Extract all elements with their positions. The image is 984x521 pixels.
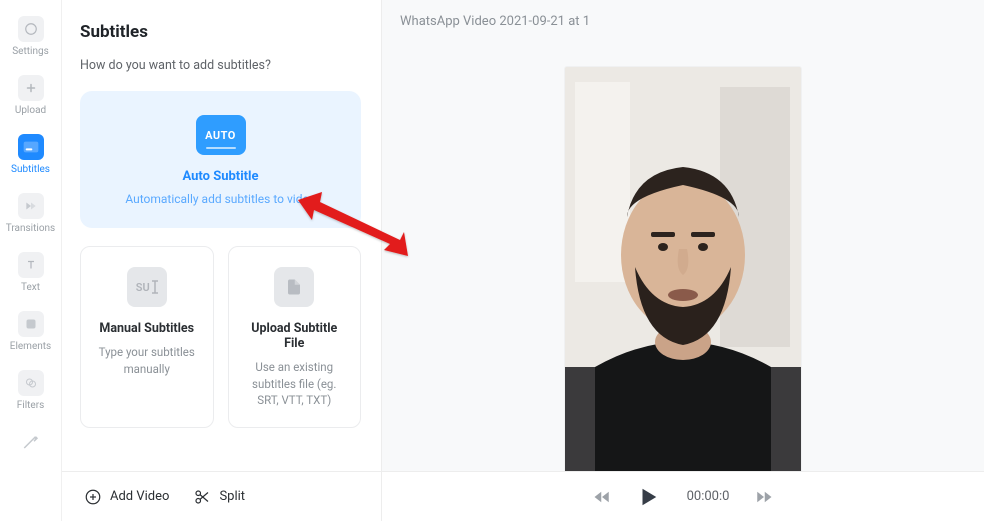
add-video-label: Add Video: [110, 489, 169, 504]
nav-item-upload[interactable]: Upload: [0, 67, 61, 126]
rewind-button[interactable]: [593, 490, 611, 504]
nav-item-filters[interactable]: Filters: [0, 362, 61, 421]
nav-item-text[interactable]: Text: [0, 244, 61, 303]
timeline-tools: Add Video Split: [62, 472, 382, 521]
subtitles-icon: [18, 134, 44, 160]
elements-icon: [18, 311, 44, 337]
filters-icon: [18, 370, 44, 396]
panel-title: Subtitles: [80, 22, 361, 42]
preview-area: WhatsApp Video 2021-09-21 at 1: [382, 0, 984, 521]
subtitle-option-row: SU Manual Subtitles Type your subtitles …: [80, 246, 361, 428]
upload-icon: [18, 75, 44, 101]
auto-subtitle-desc: Automatically add subtitles to video: [96, 192, 345, 206]
nav-label: Text: [21, 282, 40, 293]
nav-label: Upload: [15, 105, 46, 116]
play-button[interactable]: [637, 486, 659, 508]
manual-subtitles-icon: SU: [127, 267, 167, 307]
player-controls: 00:00:0: [382, 486, 984, 508]
preview-body: [382, 29, 984, 521]
transitions-icon: [18, 193, 44, 219]
nav-item-draw[interactable]: [0, 421, 61, 465]
split-button[interactable]: Split: [193, 488, 245, 506]
add-video-button[interactable]: Add Video: [84, 488, 169, 506]
auto-subtitle-card[interactable]: AUTO Auto Subtitle Automatically add sub…: [80, 91, 361, 228]
draw-icon: [18, 429, 44, 455]
manual-subtitles-title: Manual Subtitles: [93, 321, 201, 336]
nav-item-transitions[interactable]: Transitions: [0, 185, 61, 244]
panel-subtitle: How do you want to add subtitles?: [80, 58, 361, 73]
video-title: WhatsApp Video 2021-09-21 at 1: [382, 0, 984, 29]
nav-item-subtitles[interactable]: Subtitles: [0, 126, 61, 185]
plus-circle-icon: [84, 488, 102, 506]
nav-label: Elements: [10, 341, 51, 352]
nav-label: Subtitles: [11, 164, 50, 175]
auto-subtitle-title: Auto Subtitle: [96, 169, 345, 184]
auto-badge-icon: AUTO: [196, 115, 246, 155]
upload-subtitle-desc: Use an existing subtitles file (eg. SRT,…: [241, 359, 349, 409]
bottom-bar: Add Video Split 00:00:0: [62, 471, 984, 521]
settings-icon: [18, 16, 44, 42]
manual-subtitles-card[interactable]: SU Manual Subtitles Type your subtitles …: [80, 246, 214, 428]
forward-button[interactable]: [755, 490, 773, 504]
nav-item-settings[interactable]: Settings: [0, 8, 61, 67]
nav-label: Settings: [12, 46, 49, 57]
manual-subtitles-desc: Type your subtitles manually: [93, 344, 201, 377]
nav-label: Transitions: [6, 223, 55, 234]
subtitles-panel: Subtitles How do you want to add subtitl…: [62, 0, 382, 521]
nav-rail: Settings Upload Subtitles Transitions Te…: [0, 0, 62, 521]
upload-subtitle-title: Upload Subtitle File: [241, 321, 349, 351]
split-label: Split: [219, 489, 245, 504]
upload-subtitle-icon: [274, 267, 314, 307]
nav-label: Filters: [17, 400, 45, 411]
video-frame[interactable]: [565, 67, 801, 487]
scissors-icon: [193, 488, 211, 506]
text-icon: [18, 252, 44, 278]
upload-subtitle-card[interactable]: Upload Subtitle File Use an existing sub…: [228, 246, 362, 428]
time-readout: 00:00:0: [687, 489, 730, 504]
nav-item-elements[interactable]: Elements: [0, 303, 61, 362]
